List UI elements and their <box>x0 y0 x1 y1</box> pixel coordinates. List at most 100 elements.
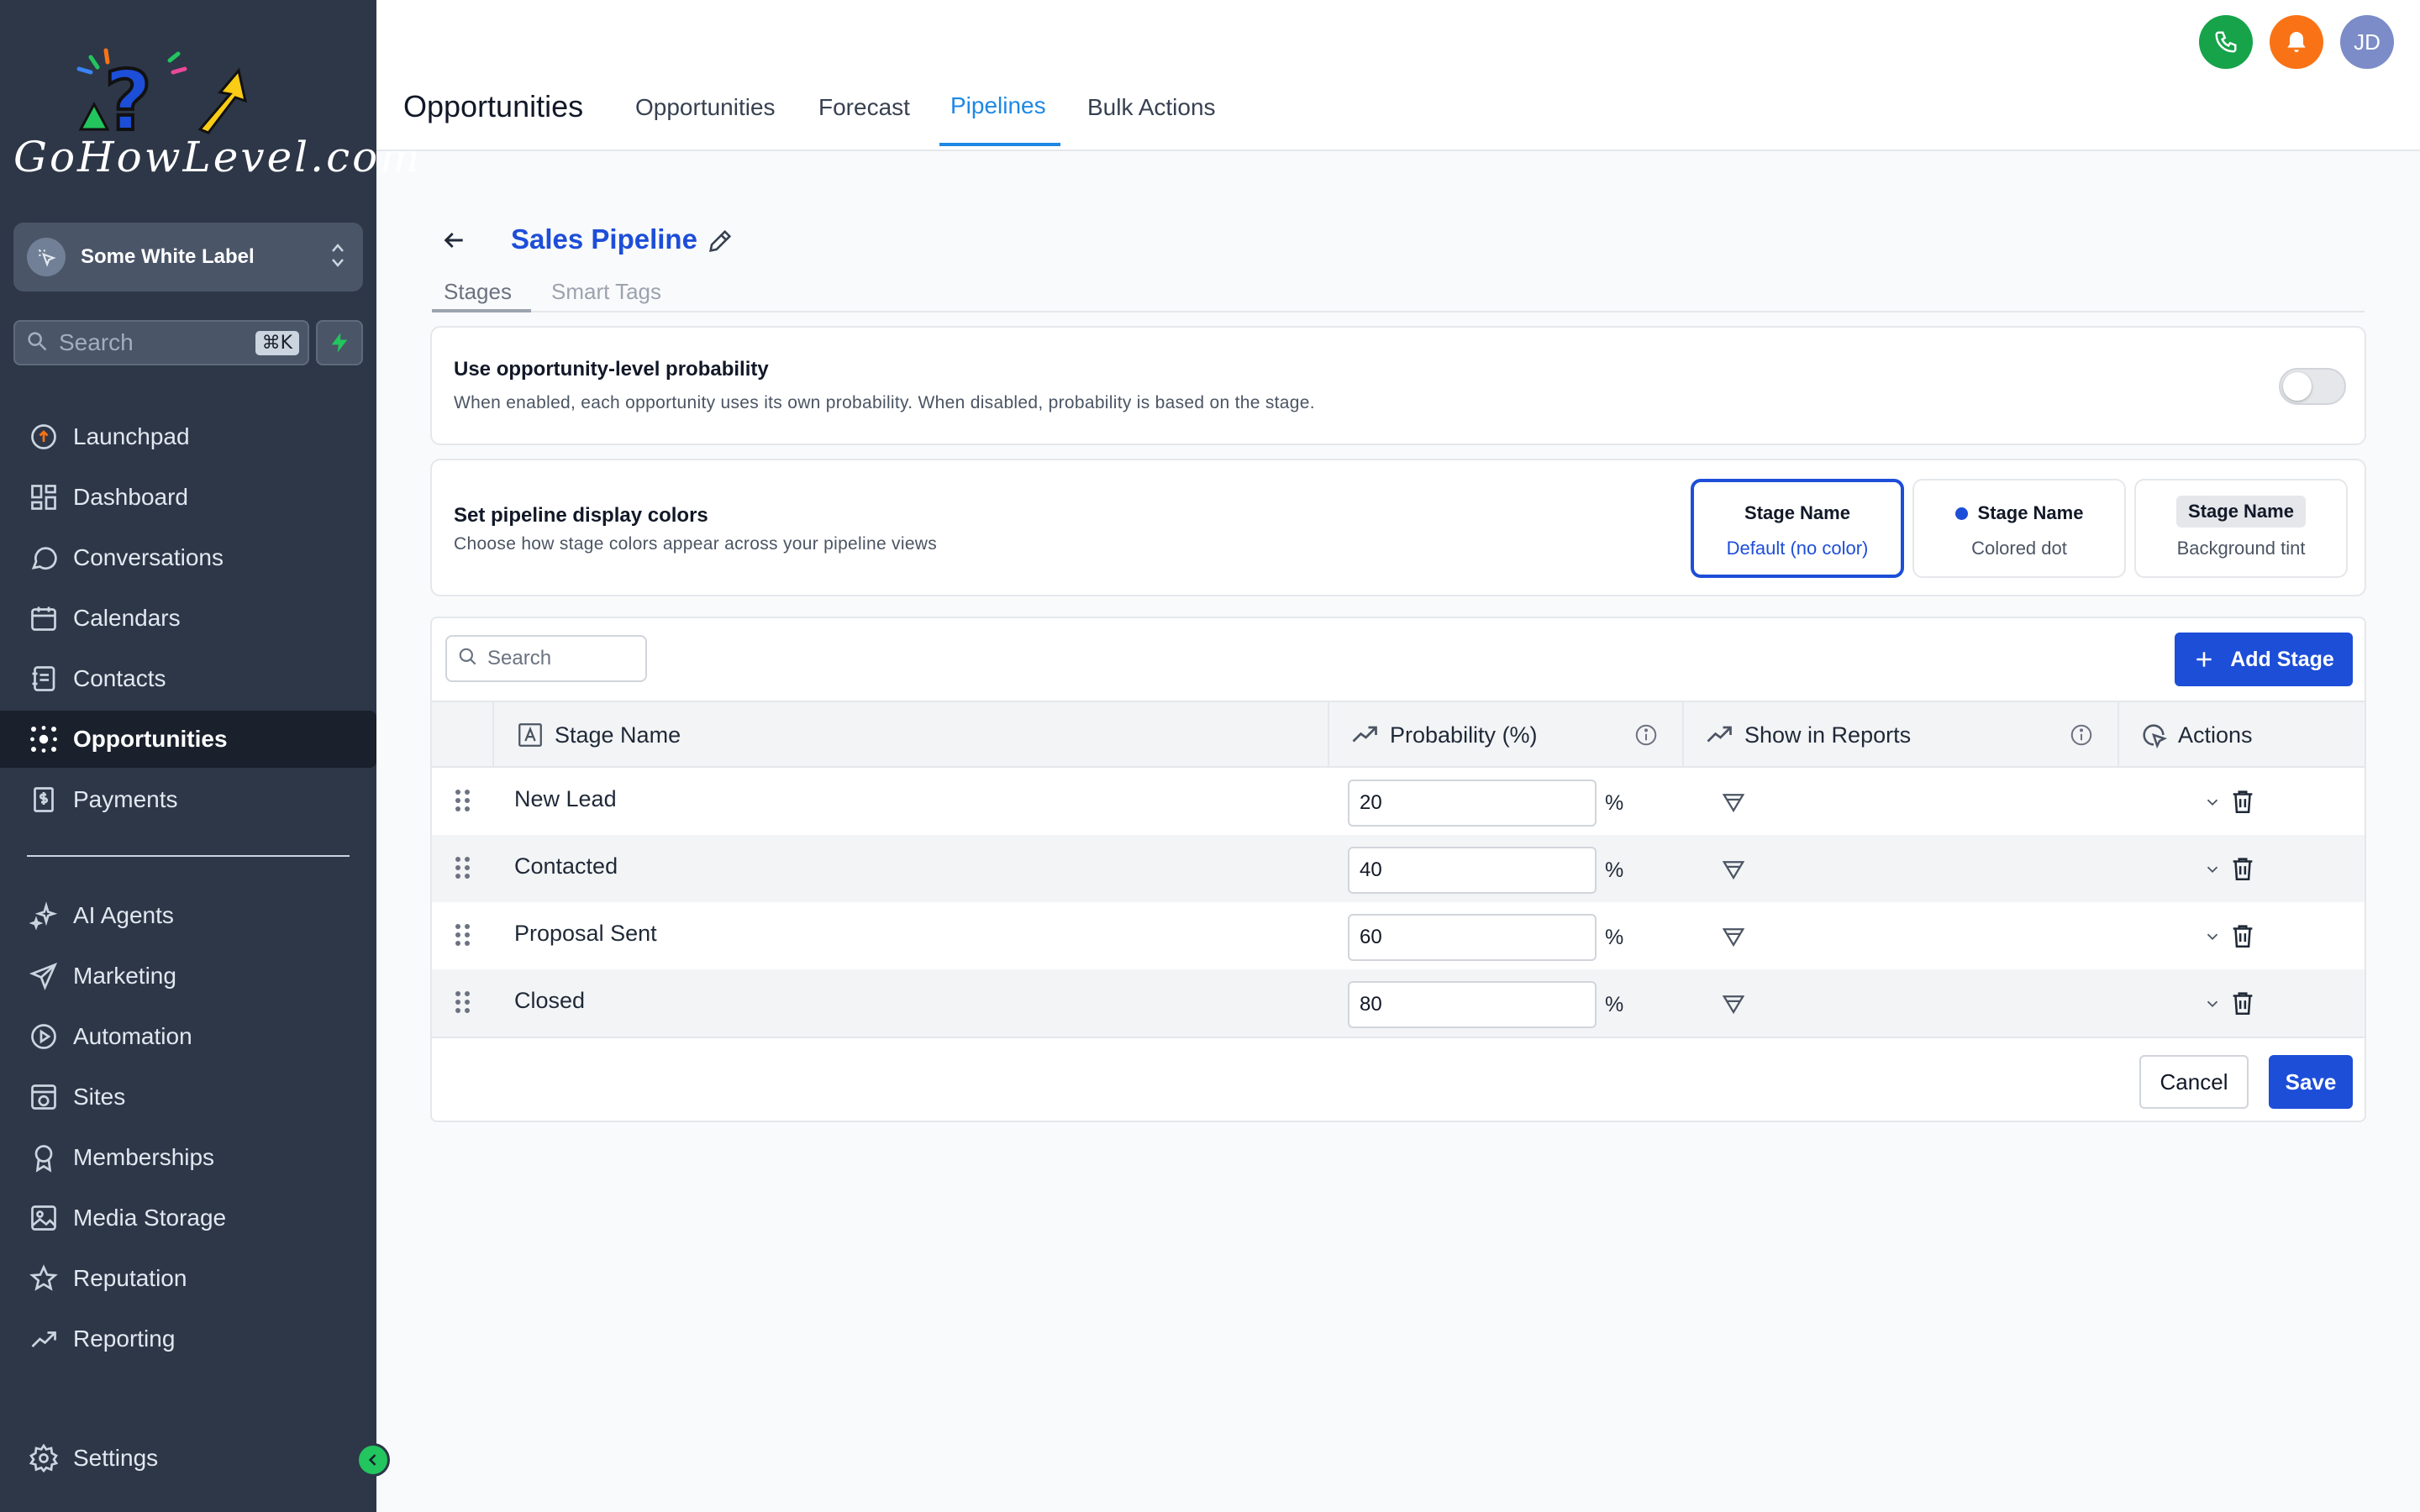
percent-unit: % <box>1605 926 1624 949</box>
chevron-down-icon[interactable] <box>2202 995 2223 1017</box>
sidebar-item-launchpad[interactable]: Launchpad <box>0 408 376 465</box>
add-stage-button[interactable]: Add Stage <box>2175 633 2353 686</box>
collapse-sidebar-button[interactable] <box>356 1443 390 1477</box>
user-avatar[interactable]: JD <box>2340 15 2394 69</box>
brand-logo[interactable]: ? GoHowLevel.com <box>13 45 423 188</box>
option-label: Background tint <box>2176 538 2306 559</box>
notification-button[interactable] <box>2270 15 2323 69</box>
trash-icon <box>2233 992 2253 1016</box>
report-filter-dropdown[interactable] <box>1721 857 1746 886</box>
tab-bulk-actions[interactable]: Bulk Actions <box>1087 94 1216 121</box>
sidebar-item-contacts[interactable]: Contacts <box>0 650 376 707</box>
sidebar-item-memberships[interactable]: Memberships <box>0 1129 376 1186</box>
column-label: Probability (%) <box>1390 722 1538 748</box>
drag-handle-icon[interactable] <box>454 788 472 817</box>
subtab-stages[interactable]: Stages <box>444 279 512 305</box>
dashboard-icon <box>27 480 60 514</box>
chevron-down-icon[interactable] <box>2202 793 2223 816</box>
delete-stage-button[interactable] <box>2228 853 2257 888</box>
sidebar-item-label: Conversations <box>73 544 224 570</box>
table-footer-divider <box>432 1037 2365 1038</box>
color-option-default[interactable]: Stage Name Default (no color) <box>1691 479 1904 578</box>
trash-icon <box>2233 925 2253 948</box>
delete-stage-button[interactable] <box>2228 921 2257 955</box>
pointer-click-icon <box>27 238 66 276</box>
sidebar-item-label: Opportunities <box>73 726 228 752</box>
quick-action-button[interactable] <box>316 320 363 365</box>
probability-toggle[interactable] <box>2279 368 2346 405</box>
probability-input[interactable]: 80 <box>1348 981 1597 1028</box>
option-stage-name: Stage Name <box>2176 496 2306 528</box>
probability-info-icon[interactable] <box>1634 702 1669 768</box>
drag-handle-icon[interactable] <box>454 855 472 885</box>
calendar-icon <box>27 601 60 635</box>
subtab-smart-tags[interactable]: Smart Tags <box>551 279 661 305</box>
sidebar-item-conversations[interactable]: Conversations <box>0 529 376 586</box>
sidebar-item-reputation[interactable]: Reputation <box>0 1250 376 1307</box>
tab-pipelines[interactable]: Pipelines <box>950 92 1046 119</box>
drag-handle-icon[interactable] <box>454 922 472 952</box>
active-tab-indicator <box>939 143 1060 146</box>
trend-icon <box>27 1322 60 1356</box>
arrow-left-icon <box>444 232 463 249</box>
probability-input[interactable]: 60 <box>1348 914 1597 961</box>
search-shortcut-badge: ⌘K <box>255 330 299 355</box>
sidebar-item-settings[interactable]: Settings <box>0 1430 376 1487</box>
back-button[interactable] <box>440 225 474 255</box>
sidebar-item-ai-agents[interactable]: AI Agents <box>0 887 376 944</box>
table-row: Closed 80 % <box>432 969 2365 1037</box>
probability-setting-card: Use opportunity-level probability When e… <box>430 326 2366 445</box>
sidebar-item-opportunities[interactable]: Opportunities <box>0 711 376 768</box>
color-option-tint[interactable]: Stage Name Background tint <box>2134 479 2348 578</box>
toggle-knob <box>2283 372 2312 401</box>
stage-search-input[interactable]: Search <box>445 635 647 682</box>
chevron-down-icon[interactable] <box>2202 860 2223 883</box>
probability-input[interactable]: 40 <box>1348 847 1597 894</box>
sidebar-item-reporting[interactable]: Reporting <box>0 1310 376 1368</box>
percent-unit: % <box>1605 858 1624 882</box>
probability-input[interactable]: 20 <box>1348 780 1597 827</box>
option-label: Default (no color) <box>1726 538 1869 559</box>
sidebar: ? GoHowLevel.com Some White Label Search… <box>0 0 423 1512</box>
logo-graphic-icon: ? <box>76 48 248 138</box>
column-divider <box>1328 702 1329 768</box>
column-label: Actions <box>2178 722 2253 748</box>
sidebar-item-sites[interactable]: Sites <box>0 1068 376 1126</box>
edit-pipeline-name-button[interactable] <box>706 227 734 260</box>
display-colors-card: Set pipeline display colors Choose how s… <box>430 459 2366 596</box>
sidebar-item-calendars[interactable]: Calendars <box>0 590 376 647</box>
chevron-down-icon[interactable] <box>2202 927 2223 950</box>
sidebar-item-media-storage[interactable]: Media Storage <box>0 1189 376 1247</box>
cancel-button[interactable]: Cancel <box>2139 1055 2249 1109</box>
option-label: Colored dot <box>1971 538 2067 559</box>
color-option-dot[interactable]: Stage Name Colored dot <box>1912 479 2126 578</box>
report-filter-dropdown[interactable] <box>1721 790 1746 819</box>
stages-card: Search Add Stage Stage Name Probability … <box>430 617 2366 1122</box>
pointer-click-icon <box>2143 724 2168 749</box>
column-stage-name: Stage Name <box>516 702 681 768</box>
lightning-icon <box>331 333 348 353</box>
logo-text: GoHowLevel.com <box>13 133 423 181</box>
star-icon <box>27 1262 60 1295</box>
search-placeholder: Search <box>59 329 134 355</box>
drag-handle-icon[interactable] <box>454 990 472 1019</box>
phone-button[interactable] <box>2199 15 2253 69</box>
account-switcher[interactable]: Some White Label <box>13 223 363 291</box>
reports-info-icon[interactable] <box>2069 702 2104 768</box>
delete-stage-button[interactable] <box>2228 786 2257 821</box>
report-filter-dropdown[interactable] <box>1721 924 1746 953</box>
pipeline-title: Sales Pipeline <box>511 223 697 255</box>
sidebar-search-input[interactable]: Search ⌘K <box>13 320 309 365</box>
filter-icon <box>1722 794 1745 813</box>
sidebar-item-marketing[interactable]: Marketing <box>0 948 376 1005</box>
account-name: Some White Label <box>81 245 255 268</box>
sidebar-item-payments[interactable]: Payments <box>0 771 376 828</box>
save-button[interactable]: Save <box>2269 1055 2353 1109</box>
column-divider <box>1682 702 1684 768</box>
tab-opportunities[interactable]: Opportunities <box>635 94 776 121</box>
delete-stage-button[interactable] <box>2228 988 2257 1022</box>
sidebar-item-automation[interactable]: Automation <box>0 1008 376 1065</box>
tab-forecast[interactable]: Forecast <box>818 94 910 121</box>
sidebar-item-dashboard[interactable]: Dashboard <box>0 469 376 526</box>
report-filter-dropdown[interactable] <box>1721 991 1746 1021</box>
